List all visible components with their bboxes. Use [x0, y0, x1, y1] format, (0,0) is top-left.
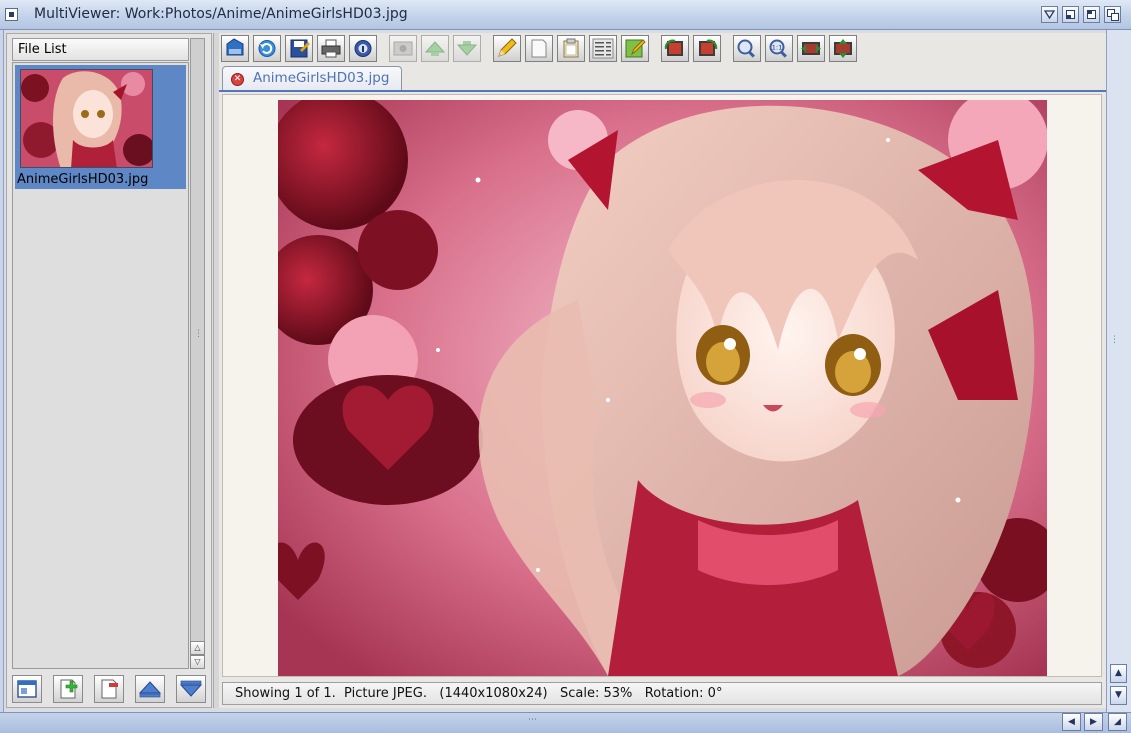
list-item-label: AnimeGirlsHD03.jpg — [17, 172, 149, 187]
rotate-right-icon — [699, 39, 718, 56]
arrow-down-icon — [456, 41, 478, 56]
window-close-gadget[interactable] — [5, 8, 18, 21]
move-down-button[interactable] — [176, 675, 206, 703]
open-icon — [226, 38, 244, 56]
tab-label: AnimeGirlsHD03.jpg — [253, 70, 390, 86]
window-frame-left — [0, 30, 4, 712]
anime-illustration-icon — [278, 100, 1047, 676]
copy-button[interactable] — [525, 35, 553, 62]
add-file-button[interactable] — [53, 675, 83, 703]
rotate-left-icon — [664, 39, 683, 56]
minimize-gadget-icon[interactable] — [1062, 6, 1079, 23]
arrow-up-icon — [424, 41, 446, 56]
move-up-button[interactable] — [135, 675, 165, 703]
tab-image[interactable]: ✕ AnimeGirlsHD03.jpg — [222, 66, 402, 91]
edit-icon — [625, 39, 646, 58]
window-title: MultiViewer: Work:Photos/Anime/AnimeGirl… — [34, 6, 408, 22]
fit-height-button[interactable] — [829, 35, 857, 62]
viewer-panel: 1:1 ✕ AnimeGirlsHD03.jpg Showing 1 of 1.… — [219, 33, 1106, 708]
fit-width-button[interactable] — [797, 35, 825, 62]
iconify-icon[interactable] — [1041, 6, 1058, 23]
reload-button[interactable] — [253, 35, 281, 62]
file-list-scrollbar[interactable]: ⋮ — [190, 38, 205, 669]
view-icon — [393, 41, 413, 56]
resize-handle-icon[interactable]: ◢ — [1108, 713, 1127, 731]
pencil-icon — [498, 38, 517, 57]
add-file-icon — [60, 679, 78, 699]
picture-canvas[interactable] — [278, 100, 1047, 676]
edit-tool-button[interactable] — [493, 35, 521, 62]
paste-icon — [563, 38, 579, 58]
save-button[interactable] — [285, 35, 313, 62]
print-icon — [321, 39, 341, 58]
zoom-ratio-label: 1:1 — [772, 44, 782, 52]
statistics-icon — [592, 38, 614, 59]
file-list-panel: File List AnimeGirlsHD03.jpg ⋮ △ ▽ — [6, 33, 212, 708]
statistics-button[interactable] — [589, 35, 617, 62]
thumbnail-illustration-icon — [21, 70, 152, 167]
reload-icon — [258, 40, 276, 57]
previous-button[interactable] — [421, 35, 449, 62]
scroll-up-icon[interactable]: △ — [190, 641, 205, 655]
window-list-icon — [17, 680, 37, 698]
scroll-grip-icon: ⋯ — [528, 715, 537, 725]
zoom-in-button[interactable] — [733, 35, 761, 62]
scroll-down-icon[interactable]: ▼ — [1110, 686, 1127, 705]
print-button[interactable] — [317, 35, 345, 62]
save-icon — [290, 39, 310, 58]
scroll-right-icon[interactable]: ▶ — [1084, 713, 1103, 731]
status-bar: Showing 1 of 1. Picture JPEG. (1440x1080… — [222, 682, 1102, 705]
fit-width-icon — [801, 42, 821, 55]
scroll-grip-icon: ⋮ — [1110, 335, 1119, 345]
file-list-title: File List — [18, 42, 67, 57]
horizontal-scrollbar[interactable] — [0, 712, 1131, 733]
zoom-in-icon — [737, 39, 755, 58]
list-item[interactable]: AnimeGirlsHD03.jpg — [15, 65, 186, 189]
depth-gadget-icon[interactable] — [1104, 6, 1121, 23]
status-text: Showing 1 of 1. Picture JPEG. (1440x1080… — [235, 686, 723, 701]
view-button[interactable] — [389, 35, 417, 62]
open-button[interactable] — [221, 35, 249, 62]
zoom-one-to-one-button[interactable]: 1:1 — [765, 35, 793, 62]
rotate-right-button[interactable] — [693, 35, 721, 62]
scroll-up-icon[interactable]: ▲ — [1110, 664, 1127, 683]
scroll-left-icon[interactable]: ◀ — [1062, 713, 1081, 731]
info-button[interactable] — [349, 35, 377, 62]
close-icon[interactable]: ✕ — [231, 73, 244, 86]
vertical-scrollbar[interactable] — [1106, 30, 1131, 712]
paste-button[interactable] — [557, 35, 585, 62]
title-bar[interactable]: MultiViewer: Work:Photos/Anime/AnimeGirl… — [0, 0, 1131, 30]
tab-underline — [219, 90, 1106, 92]
fit-height-icon — [834, 39, 852, 58]
arrow-up-icon — [138, 681, 162, 698]
scroll-grip-icon: ⋮ — [194, 329, 203, 339]
image-viewer[interactable] — [222, 94, 1102, 677]
zoom-gadget-icon[interactable] — [1083, 6, 1100, 23]
remove-file-icon — [101, 679, 118, 699]
zoom-one-to-one-icon: 1:1 — [769, 39, 787, 58]
thumbnail-image[interactable] — [20, 69, 153, 168]
scroll-down-icon[interactable]: ▽ — [190, 655, 205, 669]
remove-file-button[interactable] — [94, 675, 124, 703]
show-list-button[interactable] — [12, 675, 42, 703]
next-button[interactable] — [453, 35, 481, 62]
copy-icon — [531, 39, 547, 58]
file-list-header: File List — [12, 38, 189, 61]
file-list[interactable]: AnimeGirlsHD03.jpg — [12, 62, 189, 669]
annotate-button[interactable] — [621, 35, 649, 62]
rotate-left-button[interactable] — [661, 35, 689, 62]
arrow-down-icon — [179, 680, 203, 697]
info-icon — [354, 40, 372, 57]
